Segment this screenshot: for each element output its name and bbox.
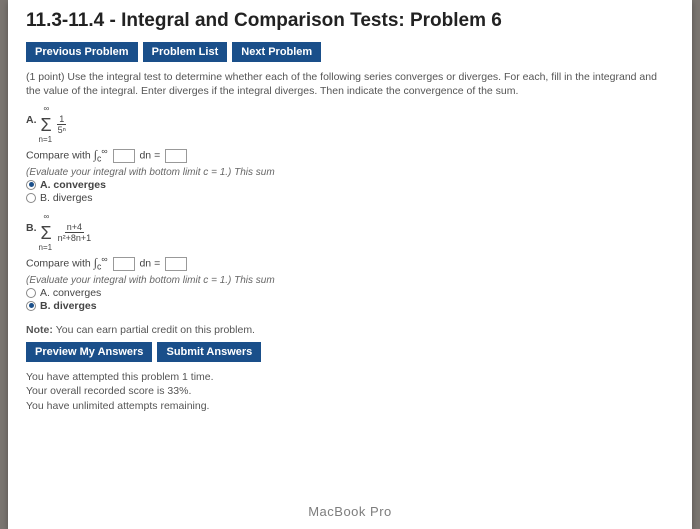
status-attempts: You have attempted this problem 1 time. <box>26 370 674 385</box>
int-upper: ∞ <box>101 254 107 264</box>
sigma-icon: Σ <box>41 108 52 142</box>
note-text: You can earn partial credit on this prob… <box>56 324 255 336</box>
dn-label: dn = <box>139 150 163 162</box>
problem-page: 11.3-11.4 - Integral and Comparison Test… <box>8 0 692 529</box>
int-upper: ∞ <box>101 146 107 156</box>
note-prefix: Note: <box>26 324 56 336</box>
integrand-input-a[interactable] <box>113 149 135 163</box>
radio-icon <box>26 193 36 203</box>
part-b-term: n+4 n²+8n+1 <box>56 222 94 243</box>
part-a-term: 1 5ⁿ <box>56 114 68 135</box>
radio-label: A. converges <box>40 179 106 191</box>
radio-b-diverges[interactable]: B. diverges <box>26 300 674 312</box>
submit-answers-button[interactable]: Submit Answers <box>157 342 261 362</box>
sum-b: B. Σ n+4 n²+8n+1 <box>26 216 674 250</box>
hint-b: (Evaluate your integral with bottom limi… <box>26 275 674 286</box>
radio-a-converges[interactable]: A. converges <box>26 179 674 191</box>
integrand-input-b[interactable] <box>113 257 135 271</box>
sum-a: A. Σ 1 5ⁿ <box>26 108 674 142</box>
radio-icon <box>26 288 36 298</box>
integral-value-input-b[interactable] <box>165 257 187 271</box>
radio-icon <box>26 180 36 190</box>
radio-a-diverges[interactable]: B. diverges <box>26 192 674 204</box>
status-remaining: You have unlimited attempts remaining. <box>26 399 674 414</box>
device-label: MacBook Pro <box>0 504 700 519</box>
frac-den: 5ⁿ <box>56 125 68 135</box>
frac-num: n+4 <box>65 222 84 233</box>
previous-problem-button[interactable]: Previous Problem <box>26 42 138 62</box>
compare-label: Compare with <box>26 150 94 162</box>
next-problem-button[interactable]: Next Problem <box>232 42 321 62</box>
compare-b: Compare with ∫c∞ dn = <box>26 254 674 272</box>
partial-credit-note: Note: You can earn partial credit on thi… <box>26 324 674 336</box>
radio-label: A. converges <box>40 287 101 299</box>
radio-icon <box>26 301 36 311</box>
instructions: (1 point) Use the integral test to deter… <box>26 70 674 98</box>
integral-value-input-a[interactable] <box>165 149 187 163</box>
compare-a: Compare with ∫c∞ dn = <box>26 146 674 164</box>
part-b: B. Σ n+4 n²+8n+1 Compare with ∫c∞ dn = (… <box>26 216 674 312</box>
radio-b-converges[interactable]: A. converges <box>26 287 674 299</box>
radio-label: B. diverges <box>40 192 93 204</box>
sigma-icon: Σ <box>41 216 52 250</box>
part-b-letter: B. <box>26 222 37 234</box>
frac-den: n²+8n+1 <box>56 233 94 243</box>
compare-label: Compare with <box>26 257 94 269</box>
dn-label: dn = <box>139 257 163 269</box>
nav-buttons: Previous Problem Problem List Next Probl… <box>26 42 674 62</box>
hint-a: (Evaluate your integral with bottom limi… <box>26 167 674 178</box>
attempt-status: You have attempted this problem 1 time. … <box>26 370 674 414</box>
status-score: Your overall recorded score is 33%. <box>26 384 674 399</box>
preview-answers-button[interactable]: Preview My Answers <box>26 342 152 362</box>
radio-label: B. diverges <box>40 300 97 312</box>
page-title: 11.3-11.4 - Integral and Comparison Test… <box>26 10 674 32</box>
answer-buttons: Preview My Answers Submit Answers <box>26 342 674 362</box>
frac-num: 1 <box>57 114 66 125</box>
problem-list-button[interactable]: Problem List <box>143 42 228 62</box>
part-a: A. Σ 1 5ⁿ Compare with ∫c∞ dn = (Evaluat… <box>26 108 674 204</box>
part-a-letter: A. <box>26 114 37 126</box>
